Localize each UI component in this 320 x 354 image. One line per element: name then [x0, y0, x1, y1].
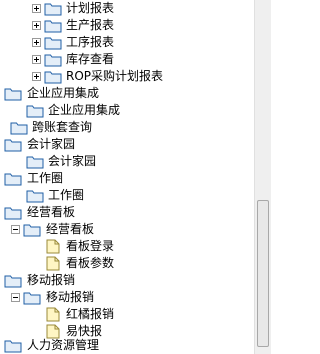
folder-icon [4, 171, 22, 186]
document-icon [44, 307, 62, 322]
tree-item-label: 工序报表 [66, 35, 115, 49]
folder-icon [44, 1, 62, 16]
tree-item-label: ROP采购计划报表 [66, 69, 164, 83]
tree-item-label: 工作圈 [27, 171, 64, 185]
tree-item-label: 企业应用集成 [27, 86, 100, 100]
tree-item-label: 看板登录 [66, 239, 115, 253]
collapse-toggle-icon[interactable] [11, 225, 20, 234]
folder-icon [4, 338, 22, 353]
folder-icon [44, 35, 62, 50]
folder-icon [4, 86, 22, 101]
tree-item-label: 生产报表 [66, 18, 115, 32]
vertical-scrollbar[interactable] [254, 0, 271, 354]
folder-icon [44, 52, 62, 67]
scrollbar-thumb[interactable] [257, 200, 269, 347]
tree-item-label: 会计家园 [27, 137, 76, 151]
tree-item-label: 看板参数 [66, 256, 115, 270]
tree-item-label: 移动报销 [27, 273, 76, 287]
expand-toggle-icon[interactable] [32, 4, 41, 13]
tree-item-label: 红橘报销 [66, 307, 115, 321]
tree-item-label: 工作圈 [48, 188, 85, 202]
folder-icon [44, 69, 62, 84]
tree-item-label: 移动报销 [46, 290, 95, 304]
folder-icon [23, 222, 41, 237]
collapse-toggle-icon[interactable] [11, 293, 20, 302]
expand-toggle-icon[interactable] [32, 72, 41, 81]
tree-item-label: 企业应用集成 [48, 103, 121, 117]
document-icon [44, 239, 62, 254]
tree-item-label: 计划报表 [66, 1, 115, 15]
tree-item-label: 库存查看 [66, 52, 115, 66]
folder-icon [26, 154, 44, 169]
expand-toggle-icon[interactable] [32, 55, 41, 64]
tree-item-label: 人力资源管理 [27, 338, 100, 352]
tree-item-label: 会计家园 [48, 154, 97, 168]
navigation-tree: 计划报表 生产报表 工序报表 库存查看 ROP采购计划报表 企业应用集成 企业应… [0, 0, 271, 354]
tree-item-label: 经营看板 [46, 222, 95, 236]
folder-icon [26, 103, 44, 118]
folder-icon [4, 137, 22, 152]
folder-icon [4, 273, 22, 288]
folder-icon [23, 290, 41, 305]
expand-toggle-icon[interactable] [32, 21, 41, 30]
folder-icon [4, 205, 22, 220]
folder-icon [10, 120, 28, 135]
expand-toggle-icon[interactable] [32, 38, 41, 47]
tree-item-label: 经营看板 [27, 205, 76, 219]
tree-item-label: 跨账套查询 [32, 120, 93, 134]
folder-icon [44, 18, 62, 33]
folder-icon [26, 188, 44, 203]
document-icon [44, 256, 62, 271]
